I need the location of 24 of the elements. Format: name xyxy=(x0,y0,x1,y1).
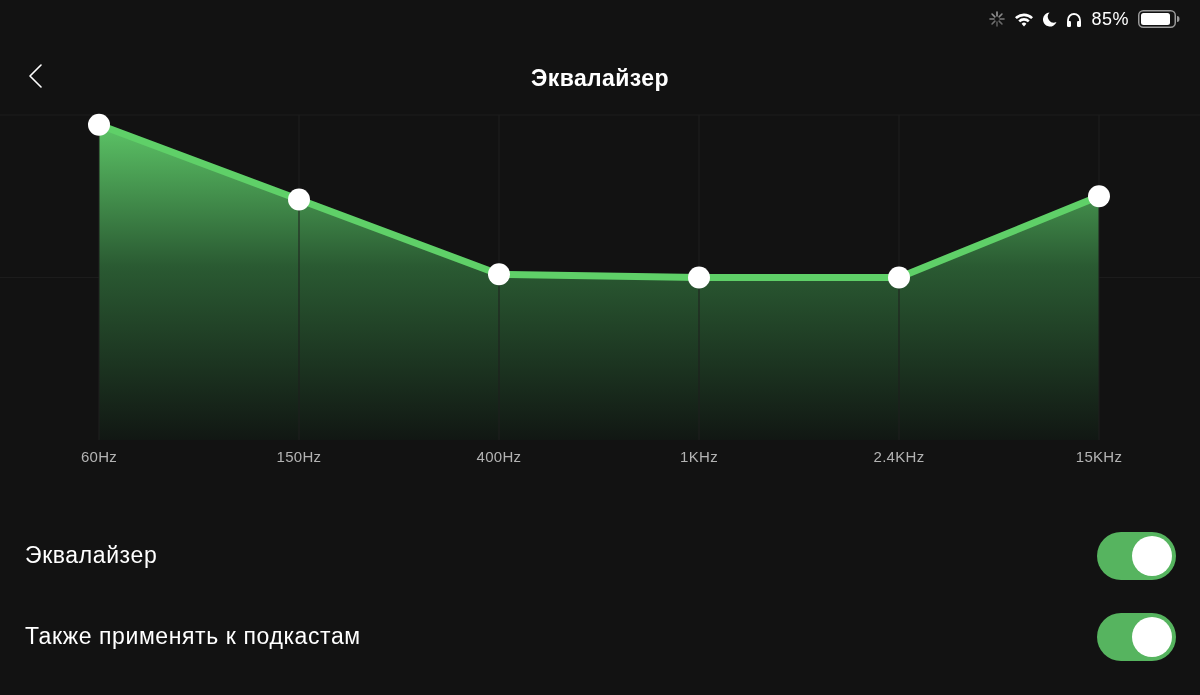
spinner-icon xyxy=(989,11,1006,27)
frequency-label: 15KHz xyxy=(1075,447,1123,465)
page-title: Эквалайзер xyxy=(531,64,669,92)
band-handle[interactable] xyxy=(888,266,910,289)
battery-icon xyxy=(1138,10,1180,28)
battery-percentage: 85% xyxy=(1091,9,1129,29)
headphones-icon xyxy=(1066,11,1083,27)
toggle-switch[interactable] xyxy=(1097,612,1176,661)
moon-icon xyxy=(1043,11,1058,27)
toggle-switch[interactable] xyxy=(1097,531,1176,580)
band-handle[interactable] xyxy=(488,263,510,286)
setting-label: Также применять к подкастам xyxy=(25,623,361,650)
band-handle[interactable] xyxy=(688,266,710,289)
frequency-label: 2.4KHz xyxy=(873,447,925,465)
wifi-icon xyxy=(1014,11,1035,27)
band-handle[interactable] xyxy=(1088,185,1110,208)
frequency-label: 400Hz xyxy=(476,447,522,465)
frequency-label: 60Hz xyxy=(80,447,118,465)
frequency-label: 1KHz xyxy=(680,447,718,465)
band-handle[interactable] xyxy=(88,113,110,136)
band-handle[interactable] xyxy=(288,188,310,211)
setting-label: Эквалайзер xyxy=(25,542,158,569)
chevron-left-icon xyxy=(28,64,42,88)
frequency-label: 150Hz xyxy=(276,447,322,465)
